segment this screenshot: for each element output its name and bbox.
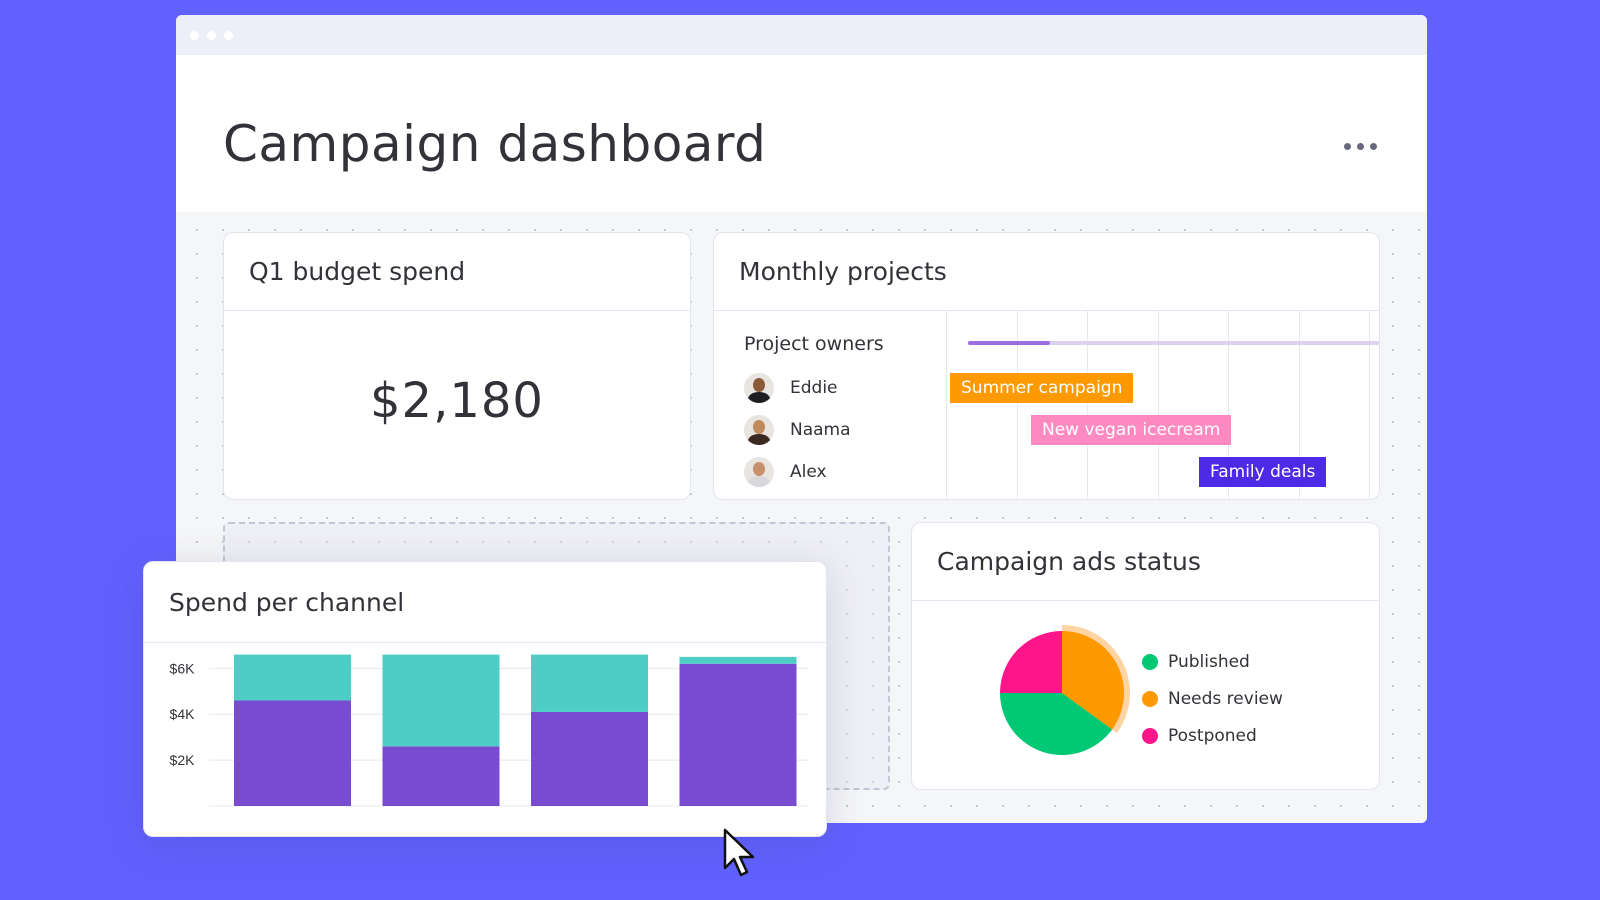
y-tick-label: $2K <box>170 752 196 768</box>
pie-legend: Published Needs review Postponed <box>1142 643 1283 754</box>
legend-dot-icon <box>1142 690 1158 707</box>
bar-segment[interactable] <box>382 654 500 747</box>
more-horizontal-icon <box>1357 143 1364 150</box>
budget-value: $2,180 <box>370 373 544 429</box>
avatar-head <box>753 462 765 476</box>
legend-label: Published <box>1168 651 1250 672</box>
spend-per-channel-widget[interactable]: Spend per channel $2K $4K $6K <box>143 561 827 837</box>
avatar-head <box>753 378 765 392</box>
avatar-body <box>748 434 770 445</box>
spend-bar-chart: $2K $4K $6K <box>170 654 809 807</box>
more-horizontal-icon <box>1370 143 1377 150</box>
window-dot-icon <box>207 30 216 40</box>
owners-label: Project owners <box>744 333 884 355</box>
window-titlebar <box>176 15 1427 55</box>
bar-segment[interactable] <box>679 656 797 664</box>
timeline-progress-fill <box>968 341 1051 345</box>
owner-name: Eddie <box>790 378 838 398</box>
timeline-gridline <box>1158 311 1159 499</box>
monthly-projects-widget[interactable]: Monthly projects Project owners Eddie Na… <box>713 232 1380 500</box>
widget-title: Q1 budget spend <box>224 233 690 311</box>
dashboard-header: Campaign dashboard <box>176 55 1427 212</box>
legend-dot-icon <box>1142 653 1158 670</box>
timeline-gridline <box>1087 311 1088 499</box>
avatar-body <box>748 476 770 487</box>
ads-status-widget[interactable]: Campaign ads status Published Needs revie… <box>911 522 1380 790</box>
legend-item: Published <box>1142 643 1283 680</box>
bar-segment[interactable] <box>531 711 648 806</box>
window-dot-icon <box>190 30 199 40</box>
bar-segment[interactable] <box>234 654 351 701</box>
widget-title: Spend per channel <box>144 562 826 643</box>
owner-row[interactable]: Naama <box>744 415 851 445</box>
timeline-gridline <box>1369 311 1370 499</box>
bar-segment[interactable] <box>382 746 500 806</box>
avatar-head <box>753 420 765 434</box>
gantt-bar[interactable]: Summer campaign <box>950 373 1134 403</box>
bar-segment[interactable] <box>234 700 351 806</box>
more-options-button[interactable] <box>1344 143 1377 150</box>
avatar-body <box>748 392 770 403</box>
legend-label: Postponed <box>1168 725 1257 746</box>
legend-label: Needs review <box>1168 688 1283 709</box>
legend-item: Postponed <box>1142 717 1283 754</box>
page-title: Campaign dashboard <box>223 115 767 173</box>
gantt-bar[interactable]: Family deals <box>1199 457 1327 487</box>
y-tick-label: $6K <box>170 660 196 676</box>
timeline-gridline <box>1017 311 1018 499</box>
widget-title: Monthly projects <box>714 233 1379 311</box>
y-tick-label: $4K <box>170 706 196 722</box>
window-dot-icon <box>224 30 233 40</box>
bar-segment[interactable] <box>679 663 797 806</box>
pie-slice[interactable] <box>1000 631 1062 693</box>
avatar <box>744 415 774 445</box>
widget-title: Campaign ads status <box>912 523 1379 601</box>
legend-dot-icon <box>1142 727 1158 744</box>
budget-widget[interactable]: Q1 budget spend $2,180 <box>223 232 691 500</box>
owner-name: Alex <box>790 462 827 482</box>
gantt-timeline: Summer campaign New vegan icecream Family … <box>947 311 1379 499</box>
owner-row[interactable]: Eddie <box>744 373 838 403</box>
gantt-bar[interactable]: New vegan icecream <box>1031 415 1232 445</box>
mouse-cursor-icon <box>723 828 755 877</box>
owners-column: Project owners Eddie Naama Alex <box>714 311 947 499</box>
bar-segment[interactable] <box>531 654 648 712</box>
avatar <box>744 373 774 403</box>
avatar <box>744 457 774 487</box>
more-horizontal-icon <box>1344 143 1351 150</box>
ads-status-pie-chart <box>1000 625 1130 755</box>
owner-name: Naama <box>790 420 851 440</box>
legend-item: Needs review <box>1142 680 1283 717</box>
owner-row[interactable]: Alex <box>744 457 827 487</box>
timeline-progress <box>968 341 1379 345</box>
